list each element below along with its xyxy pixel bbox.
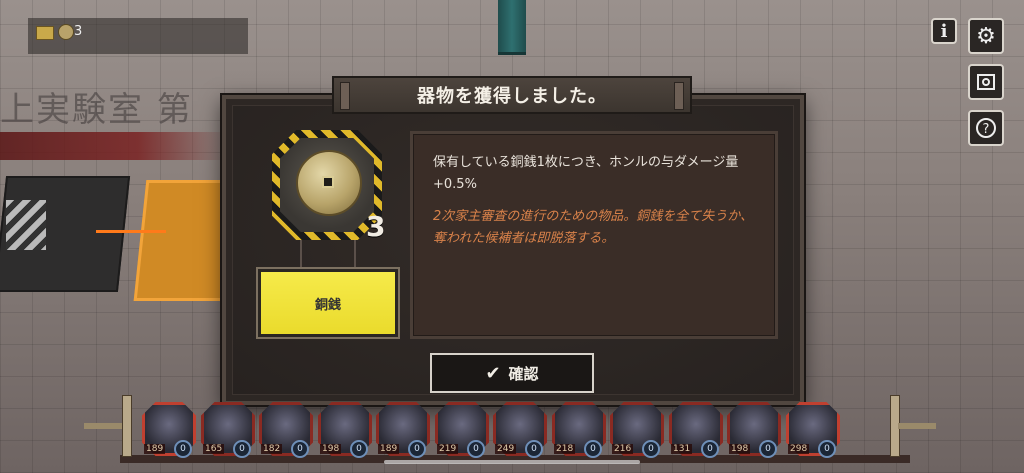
party-member[interactable]: 198 0 (727, 402, 781, 458)
character-hp: 298 (788, 444, 810, 454)
info-button[interactable]: i (931, 18, 957, 44)
book-icon (977, 74, 995, 90)
bolt-decoration (674, 82, 684, 110)
character-level-badge: 0 (818, 440, 836, 458)
item-name-button[interactable]: 銅銭 (258, 269, 398, 337)
item-effect-text: 保有している銅銭1枚につき、ホンルの与ダメージ量 +0.5% (433, 155, 739, 192)
party-member[interactable]: 216 0 (610, 402, 664, 458)
character-hp: 131 (671, 444, 693, 454)
party-member[interactable]: 165 0 (201, 402, 255, 458)
info-icon: i (940, 20, 948, 42)
coin-count: 3 (74, 24, 83, 39)
svg-text:?: ? (983, 122, 990, 137)
character-hp: 189 (378, 444, 400, 454)
bolt-decoration (340, 82, 350, 110)
character-level-badge: 0 (350, 440, 368, 458)
check-icon: ✔ (485, 362, 501, 384)
party-member[interactable]: 298 0 (786, 402, 840, 458)
character-level-badge: 0 (291, 440, 309, 458)
dialog-title-bar: 器物を獲得しました。 (332, 76, 692, 114)
crane-decoration-right (886, 395, 946, 473)
dialog-title: 器物を獲得しました。 (417, 86, 607, 107)
character-level-badge: 0 (174, 440, 192, 458)
character-level-badge: 0 (584, 440, 602, 458)
resource-bar: 3 (28, 18, 248, 54)
background-red-band (0, 132, 230, 160)
character-level-badge: 0 (467, 440, 485, 458)
confirm-label: 確認 (508, 364, 539, 383)
character-level-badge: 0 (525, 440, 543, 458)
party-member[interactable]: 189 0 (142, 402, 196, 458)
home-indicator[interactable] (384, 460, 640, 464)
character-hp: 198 (320, 444, 342, 454)
confirm-button[interactable]: ✔ 確認 (430, 353, 594, 393)
item-lore-text: 2次家主審査の進行のための物品。銅銭を全て失うか、奪われた候補者は即脱落する。 (433, 209, 754, 246)
item-count: 3 (366, 210, 386, 243)
character-level-badge: 0 (408, 440, 426, 458)
character-level-badge: 0 (701, 440, 719, 458)
coin-hole (322, 176, 334, 188)
codex-button[interactable] (968, 64, 1004, 100)
help-button[interactable]: ? (968, 110, 1004, 146)
character-hp: 249 (495, 444, 517, 454)
character-hp: 165 (203, 444, 225, 454)
character-hp: 218 (554, 444, 576, 454)
coin-icon (296, 150, 362, 216)
background-pipe (498, 0, 526, 55)
character-level-badge: 0 (642, 440, 660, 458)
party-member[interactable]: 218 0 (552, 402, 606, 458)
character-hp: 216 (612, 444, 634, 454)
character-level-badge: 0 (233, 440, 251, 458)
path-line (96, 230, 166, 233)
help-icon: ? (976, 118, 996, 138)
ticket-icon (36, 26, 54, 40)
gear-icon: ⚙ (976, 23, 996, 49)
coin-icon (58, 24, 74, 40)
settings-button[interactable]: ⚙ (968, 18, 1004, 54)
character-level-badge: 0 (759, 440, 777, 458)
character-hp: 198 (729, 444, 751, 454)
party-member[interactable]: 189 0 (376, 402, 430, 458)
hanger-chain (300, 240, 302, 270)
item-name: 銅銭 (314, 297, 341, 313)
character-hp: 182 (261, 444, 283, 454)
party-member[interactable]: 249 0 (493, 402, 547, 458)
party-member[interactable]: 219 0 (435, 402, 489, 458)
character-hp: 189 (144, 444, 166, 454)
background-stripes (6, 200, 46, 250)
hanger-chain (354, 240, 356, 270)
crane-decoration-left (80, 395, 136, 473)
party-member[interactable]: 198 0 (318, 402, 372, 458)
character-hp: 219 (437, 444, 459, 454)
party-member[interactable]: 182 0 (259, 402, 313, 458)
floor-sign: 上実験室 第 (0, 90, 193, 130)
item-description-box: 保有している銅銭1枚につき、ホンルの与ダメージ量 +0.5% 2次家主審査の進行… (410, 131, 778, 339)
party-member[interactable]: 131 0 (669, 402, 723, 458)
